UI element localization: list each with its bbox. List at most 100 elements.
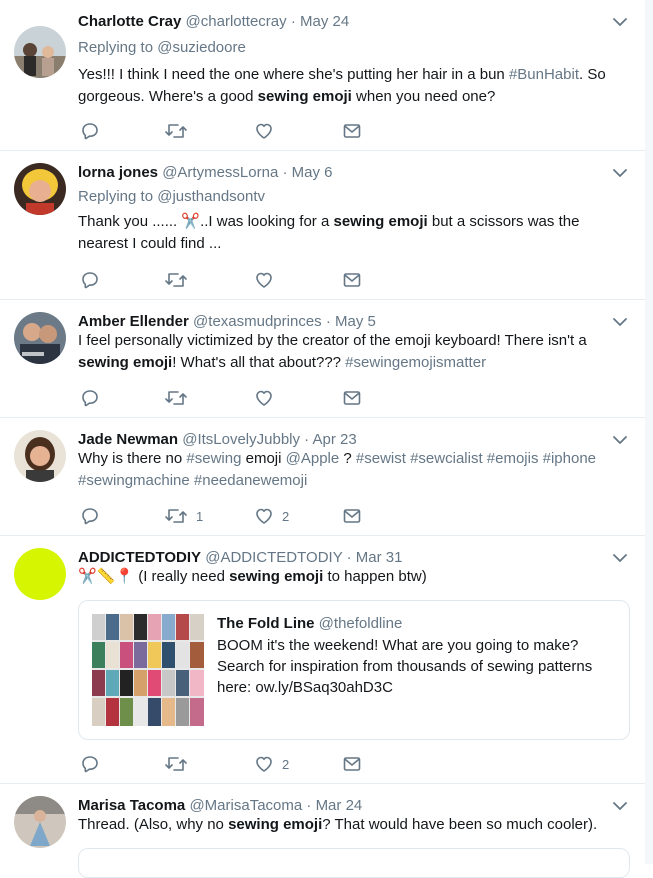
tweet[interactable]: Jade Newman @ItsLovelyJubbly · Apr 23 Wh…	[0, 418, 645, 536]
text-segment: ! What's all that about???	[172, 354, 346, 371]
chevron-down-icon[interactable]	[612, 16, 628, 28]
separator: ·	[282, 164, 288, 181]
avatar[interactable]	[14, 796, 66, 848]
quoted-tweet[interactable]: The Fold Line @thefoldline BOOM it's the…	[78, 600, 630, 740]
reply-button[interactable]	[80, 754, 100, 774]
dm-icon	[342, 388, 362, 408]
dm-button[interactable]	[342, 754, 362, 774]
dm-button[interactable]	[342, 506, 362, 526]
tweet[interactable]: Marisa Tacoma @MarisaTacoma · Mar 24 Thr…	[0, 784, 645, 878]
retweet-icon	[164, 270, 188, 290]
highlight-term: sewing emoji	[257, 88, 352, 105]
reply-button[interactable]	[80, 121, 100, 141]
like-button[interactable]	[254, 270, 274, 290]
text-segment: to happen btw)	[323, 568, 427, 585]
text-segment: ?	[339, 450, 356, 467]
tweet-text: Why is there no #sewing emoji @Apple ? #…	[78, 448, 630, 492]
tweet[interactable]: Amber Ellender @texasmudprinces · May 5 …	[0, 300, 645, 418]
reply-button[interactable]	[80, 506, 100, 526]
handle[interactable]: @ItsLovelyJubbly	[182, 431, 300, 448]
retweet-button[interactable]	[164, 121, 188, 141]
timeline: Charlotte Cray @charlottecray · May 24 R…	[0, 0, 645, 878]
separator: ·	[306, 797, 312, 814]
timestamp[interactable]: May 5	[335, 313, 376, 330]
like-button[interactable]	[254, 121, 274, 141]
tweet[interactable]: ADDICTEDTODIY @ADDICTEDTODIY · Mar 31 ✂️…	[0, 536, 645, 784]
scrollbar[interactable]	[645, 0, 653, 864]
dm-button[interactable]	[342, 388, 362, 408]
display-name[interactable]: Jade Newman	[78, 431, 178, 448]
quoted-handle[interactable]: @thefoldline	[319, 615, 403, 632]
dm-button[interactable]	[342, 121, 362, 141]
hashtag[interactable]: #sewingemojismatter	[345, 354, 486, 371]
tweet-text: ✂️📏📍 (I really need sewing emoji to happ…	[78, 566, 630, 588]
avatar[interactable]	[14, 312, 66, 364]
avatar[interactable]	[14, 548, 66, 600]
tweet-header: Jade Newman @ItsLovelyJubbly · Apr 23	[78, 430, 357, 450]
mention[interactable]: @Apple	[286, 450, 340, 467]
like-icon	[254, 388, 274, 408]
reply-icon	[80, 754, 100, 774]
retweet-button[interactable]: 1	[164, 506, 203, 526]
display-name[interactable]: Amber Ellender	[78, 313, 189, 330]
quoted-tweet[interactable]	[78, 848, 630, 878]
retweet-count: 1	[196, 508, 204, 524]
hashtag[interactable]: #sewing	[186, 450, 241, 467]
reply-button[interactable]	[80, 388, 100, 408]
text-segment: when you need one?	[351, 88, 496, 105]
like-icon	[254, 754, 274, 774]
retweet-icon	[164, 754, 188, 774]
handle[interactable]: @texasmudprinces	[193, 313, 322, 330]
chevron-down-icon[interactable]	[612, 434, 628, 446]
quoted-tweet-text: BOOM it's the weekend! What are you goin…	[217, 637, 593, 696]
handle[interactable]: @charlottecray	[186, 13, 287, 30]
handle[interactable]: @ArtymessLorna	[162, 164, 278, 181]
dm-icon	[342, 754, 362, 774]
quoted-display-name[interactable]: The Fold Line	[217, 615, 315, 632]
reply-icon	[80, 506, 100, 526]
timestamp[interactable]: May 6	[292, 164, 333, 181]
like-icon	[254, 121, 274, 141]
tweet[interactable]: Charlotte Cray @charlottecray · May 24 R…	[0, 0, 645, 151]
avatar[interactable]	[14, 430, 66, 482]
quoted-tweet-image[interactable]	[92, 614, 204, 726]
retweet-button[interactable]	[164, 270, 188, 290]
replying-to: Replying to @suziedoore	[78, 38, 246, 58]
timestamp[interactable]: Apr 23	[313, 431, 357, 448]
handle[interactable]: @ADDICTEDTODIY	[205, 549, 342, 566]
dm-button[interactable]	[342, 270, 362, 290]
reply-icon	[80, 270, 100, 290]
tweet-header: ADDICTEDTODIY @ADDICTEDTODIY · Mar 31	[78, 548, 402, 568]
display-name[interactable]: ADDICTEDTODIY	[78, 549, 201, 566]
chevron-down-icon[interactable]	[612, 800, 628, 812]
avatar[interactable]	[14, 163, 66, 215]
display-name[interactable]: Charlotte Cray	[78, 13, 181, 30]
timestamp[interactable]: Mar 31	[356, 549, 403, 566]
text-segment: I feel personally victimized by the crea…	[78, 332, 587, 349]
tweet[interactable]: lorna jones @ArtymessLorna · May 6 Reply…	[0, 151, 645, 300]
like-button[interactable]: 2	[254, 506, 289, 526]
replying-to-handle[interactable]: @justhandsontv	[157, 188, 265, 205]
avatar[interactable]	[14, 26, 66, 78]
chevron-down-icon[interactable]	[612, 167, 628, 179]
retweet-button[interactable]	[164, 754, 188, 774]
chevron-down-icon[interactable]	[612, 316, 628, 328]
retweet-button[interactable]	[164, 388, 188, 408]
quoted-tweet-header: The Fold Line @thefoldline	[217, 613, 402, 635]
reply-icon	[80, 388, 100, 408]
like-button[interactable]: 2	[254, 754, 289, 774]
display-name[interactable]: Marisa Tacoma	[78, 797, 185, 814]
dm-icon	[342, 506, 362, 526]
chevron-down-icon[interactable]	[612, 552, 628, 564]
highlight-term: sewing emoji	[78, 354, 173, 371]
dm-icon	[342, 121, 362, 141]
tweet-actions: 1 2	[78, 506, 378, 526]
display-name[interactable]: lorna jones	[78, 164, 158, 181]
hashtag[interactable]: #BunHabit	[509, 66, 579, 83]
timestamp[interactable]: May 24	[300, 13, 349, 30]
handle[interactable]: @MarisaTacoma	[189, 797, 302, 814]
like-button[interactable]	[254, 388, 274, 408]
reply-button[interactable]	[80, 270, 100, 290]
replying-to-handle[interactable]: @suziedoore	[157, 39, 246, 56]
timestamp[interactable]: Mar 24	[316, 797, 363, 814]
